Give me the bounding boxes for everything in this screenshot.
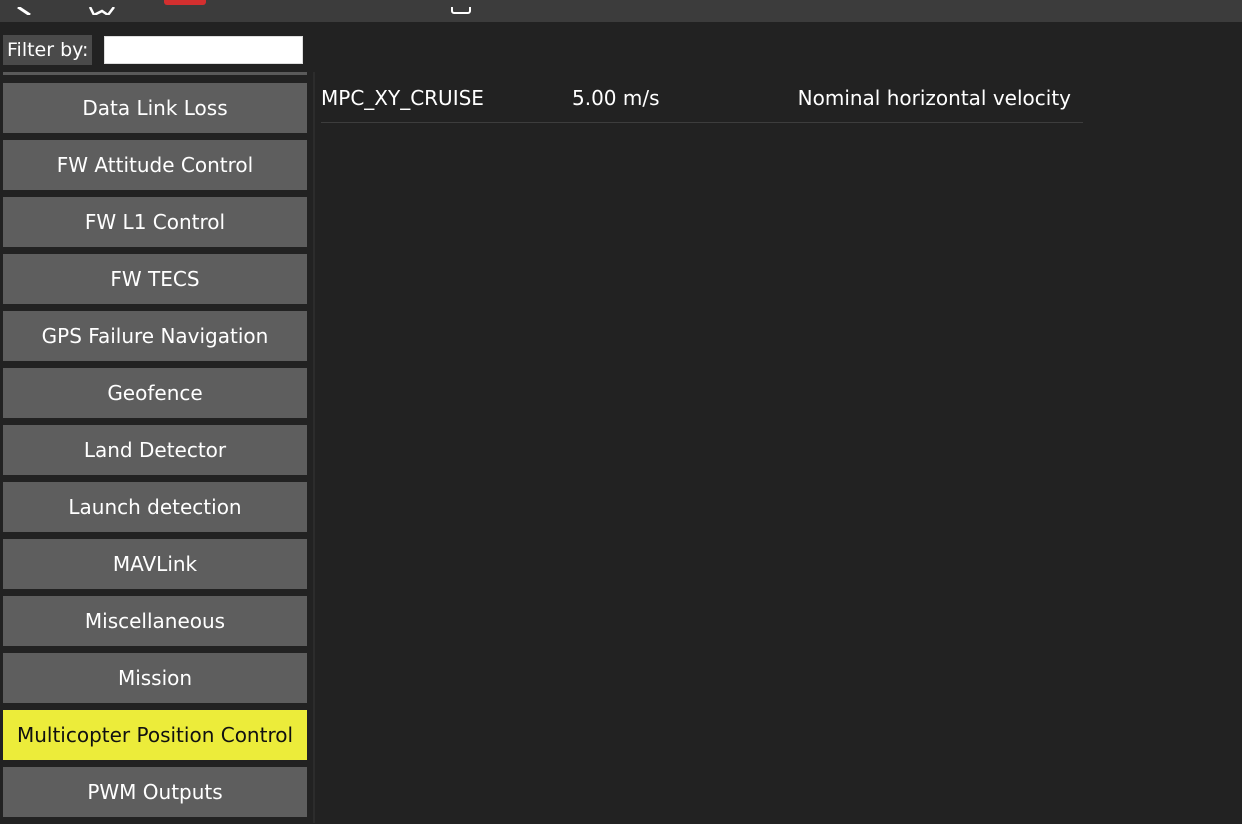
filter-input[interactable] [104,36,304,64]
alert-indicator[interactable] [164,0,206,5]
table-row[interactable]: MPC_XY_CRUISE 5.00 m/s Nominal horizonta… [321,84,1083,123]
back-icon[interactable] [14,0,34,17]
top-toolbar [0,0,1242,22]
sidebar-item-multicopter-position-control[interactable]: Multicopter Position Control [3,710,307,760]
panel-divider [313,72,315,823]
battery-icon[interactable] [451,0,471,14]
param-description: Nominal horizontal velocity [797,86,1071,110]
parameter-group-list: Data Link Loss FW Attitude Control FW L1… [3,83,307,824]
filter-row: Filter by: [3,35,304,65]
parameter-table: MPC_XY_CRUISE 5.00 m/s Nominal horizonta… [321,84,1083,123]
sidebar-item-mavlink[interactable]: MAVLink [3,539,307,589]
sidebar-item-launch-detection[interactable]: Launch detection [3,482,307,532]
sidebar-divider [3,72,307,75]
sidebar-item-geofence[interactable]: Geofence [3,368,307,418]
sidebar-item-gps-failure-navigation[interactable]: GPS Failure Navigation [3,311,307,361]
sidebar-item-fw-l1-control[interactable]: FW L1 Control [3,197,307,247]
sidebar-item-data-link-loss[interactable]: Data Link Loss [3,83,307,133]
sidebar-item-land-detector[interactable]: Land Detector [3,425,307,475]
param-name: MPC_XY_CRUISE [321,86,484,110]
sidebar-item-fw-tecs[interactable]: FW TECS [3,254,307,304]
plan-icon[interactable] [88,0,120,17]
filter-label: Filter by: [3,35,93,65]
sidebar-item-mission[interactable]: Mission [3,653,307,703]
sidebar-item-pwm-outputs[interactable]: PWM Outputs [3,767,307,817]
sidebar-item-miscellaneous[interactable]: Miscellaneous [3,596,307,646]
sidebar-item-fw-attitude-control[interactable]: FW Attitude Control [3,140,307,190]
param-value: 5.00 m/s [572,86,660,110]
